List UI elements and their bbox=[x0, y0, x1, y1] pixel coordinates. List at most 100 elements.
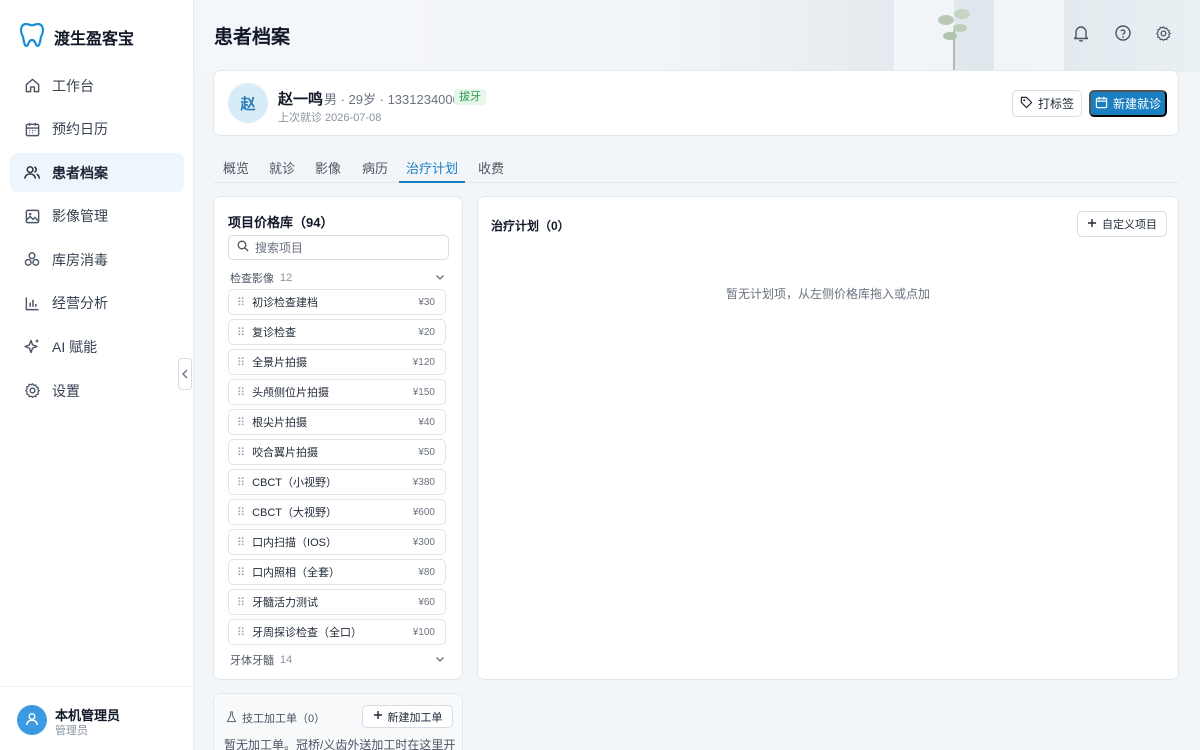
category-row[interactable]: 检查影像 12 bbox=[230, 270, 445, 286]
image-icon bbox=[23, 207, 41, 225]
tab-overview[interactable]: 概览 bbox=[223, 158, 249, 183]
header-banner bbox=[194, 0, 1200, 72]
library-item[interactable]: ⠿ CBCT（小视野） ¥380 bbox=[228, 469, 446, 495]
library-search[interactable] bbox=[228, 235, 449, 260]
item-name: 牙髓活力测试 bbox=[252, 597, 319, 609]
new-visit-button[interactable]: 新建就诊 bbox=[1089, 90, 1167, 117]
sidebar: 渡生盈客宝 工作台 预约日历 患者档案 影像管理 库房消毒 经营分析 AI 赋能… bbox=[0, 0, 194, 750]
decor-window bbox=[994, 0, 1064, 72]
item-name: 咬合翼片拍摄 bbox=[252, 447, 319, 459]
users-icon bbox=[23, 164, 41, 182]
library-item[interactable]: ⠿ 根尖片拍摄 ¥40 bbox=[228, 409, 446, 435]
tab-records[interactable]: 病历 bbox=[362, 158, 388, 183]
settings-gear-icon[interactable] bbox=[1153, 23, 1173, 43]
flask-icon bbox=[226, 710, 237, 726]
sidebar-item-calendar[interactable]: 预约日历 bbox=[10, 110, 184, 149]
tab-images[interactable]: 影像 bbox=[315, 158, 341, 183]
sidebar-item-label: 预约日历 bbox=[52, 121, 108, 138]
patient-card: 赵 赵一鸣 男 · 29岁 · 13312340006 拔牙 上次就诊 2026… bbox=[213, 70, 1179, 136]
patient-tabs: 概览 就诊 影像 病历 治疗计划 收费 bbox=[213, 151, 1179, 183]
drag-handle-icon: ⠿ bbox=[237, 626, 245, 639]
custom-item-button[interactable]: 自定义项目 bbox=[1077, 211, 1167, 237]
bell-icon[interactable] bbox=[1071, 23, 1091, 43]
tab-visits[interactable]: 就诊 bbox=[269, 158, 295, 183]
add-tag-button[interactable]: 打标签 bbox=[1012, 90, 1082, 117]
drag-handle-icon: ⠿ bbox=[237, 536, 245, 549]
plus-icon bbox=[373, 710, 383, 723]
sidebar-nav: 工作台 预约日历 患者档案 影像管理 库房消毒 经营分析 AI 赋能 设置 bbox=[10, 66, 184, 415]
sidebar-item-label: 设置 bbox=[52, 382, 80, 399]
patient-name: 赵一鸣 bbox=[278, 91, 324, 108]
sparkle-icon bbox=[23, 338, 41, 356]
lab-title: 技工加工单（0） bbox=[226, 710, 325, 726]
new-visit-label: 新建就诊 bbox=[1112, 97, 1161, 111]
treatment-plan-panel: 治疗计划（0） 自定义项目 暂无计划项，从左侧价格库拖入或点加 bbox=[477, 196, 1179, 680]
calendar-plus-icon bbox=[1095, 96, 1108, 112]
plant-decor-icon bbox=[924, 0, 984, 72]
library-item[interactable]: ⠿ 口内照相（全套） ¥80 bbox=[228, 559, 446, 585]
category-name: 牙体牙髓 bbox=[230, 655, 274, 667]
custom-item-label: 自定义项目 bbox=[1102, 219, 1157, 231]
library-title: 项目价格库（94） bbox=[228, 215, 334, 230]
lab-order-panel: 技工加工单（0） 新建加工单 暂无加工单。冠桥/义齿外送加工时在这里开 bbox=[213, 693, 463, 750]
boxes-icon bbox=[23, 251, 41, 269]
library-item[interactable]: ⠿ 复诊检查 ¥20 bbox=[228, 319, 446, 345]
item-price: ¥50 bbox=[418, 446, 435, 458]
library-item[interactable]: ⠿ 全景片拍摄 ¥120 bbox=[228, 349, 446, 375]
item-name: 牙周探诊检查（全口） bbox=[252, 627, 363, 639]
item-name: CBCT（小视野） bbox=[252, 477, 338, 489]
user-icon bbox=[24, 711, 40, 730]
item-name: CBCT（大视野） bbox=[252, 507, 338, 519]
item-price: ¥100 bbox=[412, 626, 435, 638]
library-item[interactable]: ⠿ CBCT（大视野） ¥600 bbox=[228, 499, 446, 525]
drag-handle-icon: ⠿ bbox=[237, 506, 245, 519]
collapse-sidebar-button[interactable] bbox=[178, 358, 192, 390]
sidebar-item-analytics[interactable]: 经营分析 bbox=[10, 284, 184, 323]
item-price: ¥300 bbox=[412, 536, 435, 548]
item-price: ¥380 bbox=[412, 476, 435, 488]
category-row[interactable]: 牙体牙髓 14 bbox=[230, 652, 445, 668]
plus-icon bbox=[1087, 218, 1097, 231]
category-name: 检查影像 bbox=[230, 273, 274, 285]
brand[interactable]: 渡生盈客宝 bbox=[19, 22, 134, 51]
item-name: 头颅侧位片拍摄 bbox=[252, 387, 330, 399]
sidebar-item-workbench[interactable]: 工作台 bbox=[10, 66, 184, 105]
sidebar-item-inventory[interactable]: 库房消毒 bbox=[10, 240, 184, 279]
item-name: 根尖片拍摄 bbox=[252, 417, 308, 429]
sidebar-item-settings[interactable]: 设置 bbox=[10, 371, 184, 410]
library-item[interactable]: ⠿ 牙髓活力测试 ¥60 bbox=[228, 589, 446, 615]
sidebar-item-label: 工作台 bbox=[52, 77, 94, 94]
chevron-left-icon bbox=[181, 367, 189, 382]
current-user[interactable]: 本机管理员 管理员 bbox=[0, 686, 193, 750]
patient-meta: 男 · 29岁 · 13312340006 bbox=[324, 92, 468, 107]
item-price: ¥20 bbox=[418, 326, 435, 338]
drag-handle-icon: ⠿ bbox=[237, 386, 245, 399]
sidebar-item-label: 经营分析 bbox=[52, 295, 108, 312]
sidebar-item-patients[interactable]: 患者档案 bbox=[10, 153, 184, 193]
sidebar-item-images[interactable]: 影像管理 bbox=[10, 197, 184, 236]
sidebar-item-ai[interactable]: AI 赋能 bbox=[10, 328, 184, 367]
avatar bbox=[17, 705, 47, 735]
library-item[interactable]: ⠿ 头颅侧位片拍摄 ¥150 bbox=[228, 379, 446, 405]
patient-tag-badge[interactable]: 拔牙 bbox=[454, 89, 486, 105]
library-items: ⠿ 初诊检查建档 ¥30 ⠿ 复诊检查 ¥20 ⠿ 全景片拍摄 ¥120 ⠿ 头颅侧位片拍摄 ¥… bbox=[228, 289, 446, 649]
new-lab-order-button[interactable]: 新建加工单 bbox=[362, 705, 453, 728]
last-visit: 上次就诊 2026-07-08 bbox=[278, 112, 382, 124]
help-icon[interactable] bbox=[1113, 23, 1133, 43]
item-price: ¥60 bbox=[418, 596, 435, 608]
sidebar-item-label: 影像管理 bbox=[52, 208, 108, 225]
drag-handle-icon: ⠿ bbox=[237, 566, 245, 579]
library-item[interactable]: ⠿ 口内扫描（IOS） ¥300 bbox=[228, 529, 446, 555]
tab-billing[interactable]: 收费 bbox=[478, 158, 504, 183]
library-item[interactable]: ⠿ 牙周探诊检查（全口） ¥100 bbox=[228, 619, 446, 645]
user-role: 管理员 bbox=[55, 725, 88, 737]
item-name: 口内扫描（IOS） bbox=[252, 537, 338, 549]
add-tag-label: 打标签 bbox=[1037, 97, 1074, 111]
tab-treatment-plan[interactable]: 治疗计划 bbox=[399, 158, 465, 183]
search-input[interactable] bbox=[255, 240, 435, 255]
item-price: ¥40 bbox=[418, 416, 435, 428]
library-item[interactable]: ⠿ 咬合翼片拍摄 ¥50 bbox=[228, 439, 446, 465]
library-item[interactable]: ⠿ 初诊检查建档 ¥30 bbox=[228, 289, 446, 315]
drag-handle-icon: ⠿ bbox=[237, 326, 245, 339]
item-price: ¥30 bbox=[418, 296, 435, 308]
